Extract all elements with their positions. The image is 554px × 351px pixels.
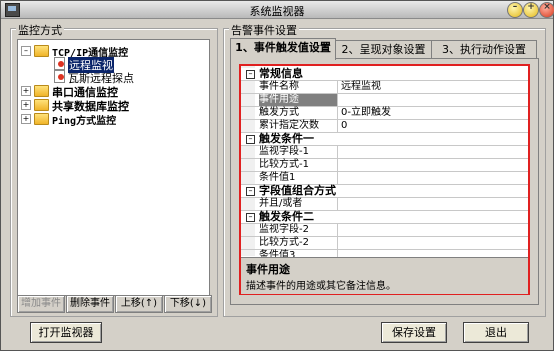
expand-icon[interactable]: +: [21, 100, 31, 110]
property-value[interactable]: [341, 237, 521, 249]
alarm-settings-label: 告警事件设置: [229, 22, 299, 38]
folder-icon: [34, 99, 49, 111]
maximize-icon: +: [527, 2, 535, 12]
category-row[interactable]: – 字段值组合方式: [241, 185, 528, 198]
property-value[interactable]: 0: [341, 120, 521, 132]
tab-trigger-value[interactable]: 1、事件触发值设置: [230, 38, 336, 60]
property-value[interactable]: 0-立即触发: [341, 107, 521, 119]
property-row[interactable]: 触发方式 0-立即触发: [241, 107, 528, 120]
property-value[interactable]: [341, 172, 521, 184]
title-bar[interactable]: 系统监视器 – + ×: [1, 1, 554, 19]
category-label: 字段值组合方式: [259, 184, 336, 197]
close-button[interactable]: ×: [539, 2, 554, 18]
category-row[interactable]: – 常规信息: [241, 68, 528, 81]
close-icon: ×: [543, 2, 551, 12]
collapse-icon[interactable]: –: [246, 135, 255, 144]
property-row[interactable]: 比较方式-2: [241, 237, 528, 250]
collapse-icon[interactable]: –: [246, 213, 255, 222]
property-value[interactable]: 远程监视: [341, 81, 521, 93]
maximize-button[interactable]: +: [523, 2, 539, 18]
property-row[interactable]: 比较方式-1: [241, 159, 528, 172]
property-label: 事件名称: [259, 81, 338, 93]
folder-icon: [34, 85, 49, 97]
monitor-method-label: 监控方式: [16, 22, 64, 38]
tab-action[interactable]: 3、执行动作设置: [431, 40, 537, 59]
minimize-button[interactable]: –: [507, 2, 523, 18]
help-title: 事件用途: [246, 263, 290, 276]
event-icon: [54, 57, 65, 70]
minimize-icon: –: [512, 2, 518, 12]
property-label: 比较方式-2: [259, 237, 338, 249]
property-row[interactable]: 监视字段-2: [241, 224, 528, 237]
property-row[interactable]: 事件名称 远程监视: [241, 81, 528, 94]
expand-icon[interactable]: +: [21, 114, 31, 124]
move-down-button[interactable]: 下移(↓): [164, 295, 212, 313]
folder-icon: [34, 45, 49, 57]
property-value[interactable]: [341, 94, 521, 106]
folder-icon: [34, 113, 49, 125]
property-value[interactable]: [341, 146, 521, 158]
move-up-button[interactable]: 上移(↑): [115, 295, 163, 313]
monitor-tree[interactable]: – TCP/IP通信监控 远程监视 瓦斯远程探点 + 串口通信监控 + 共享数据…: [17, 39, 210, 296]
property-label: 累计指定次数: [259, 120, 338, 132]
help-description: 描述事件的用途或其它备注信息。: [246, 281, 396, 292]
property-label: 事件用途: [259, 94, 338, 106]
category-label: 常规信息: [259, 67, 303, 80]
collapse-icon[interactable]: –: [246, 70, 255, 79]
tree-node-label: Ping方式监控: [52, 116, 117, 127]
help-panel: 事件用途 描述事件的用途或其它备注信息。: [241, 257, 528, 294]
tab-display-object[interactable]: 2、呈现对象设置: [334, 40, 433, 59]
event-icon: [54, 70, 65, 83]
category-row[interactable]: – 触发条件二: [241, 211, 528, 224]
exit-button[interactable]: 退出: [463, 322, 529, 343]
category-row[interactable]: – 触发条件一: [241, 133, 528, 146]
add-event-button[interactable]: 增加事件: [17, 295, 65, 313]
main-window: 系统监视器 – + × 监控方式 – TCP/IP通信监控 远程监视 瓦斯远程探…: [0, 0, 554, 351]
property-row[interactable]: 监视字段-1: [241, 146, 528, 159]
property-row[interactable]: 事件用途: [241, 94, 528, 107]
save-settings-button[interactable]: 保存设置: [381, 322, 447, 343]
property-label: 并且/或者: [259, 198, 338, 210]
property-label: 监视字段-2: [259, 224, 338, 236]
category-label: 触发条件二: [259, 210, 314, 223]
property-label: 触发方式: [259, 107, 338, 119]
collapse-icon[interactable]: –: [246, 187, 255, 196]
window-title: 系统监视器: [249, 5, 305, 18]
property-grid-highlight: – 常规信息 事件名称 远程监视 事件用途 触发方式 0-立即触发 累计指定次数…: [239, 64, 530, 295]
property-label: 比较方式-1: [259, 159, 338, 171]
expand-icon[interactable]: +: [21, 86, 31, 96]
category-label: 触发条件一: [259, 132, 314, 145]
delete-event-button[interactable]: 删除事件: [66, 295, 114, 313]
collapse-icon[interactable]: –: [21, 46, 31, 56]
property-value[interactable]: [341, 224, 521, 236]
property-value[interactable]: [341, 159, 521, 171]
property-label: 监视字段-1: [259, 146, 338, 158]
property-label: 条件值1: [259, 172, 338, 184]
open-monitor-button[interactable]: 打开监视器: [30, 322, 102, 343]
property-value[interactable]: [341, 198, 521, 210]
